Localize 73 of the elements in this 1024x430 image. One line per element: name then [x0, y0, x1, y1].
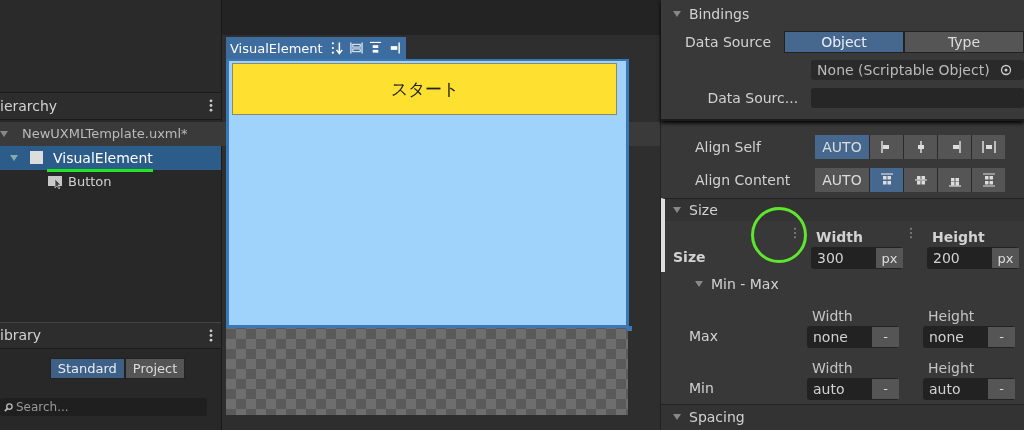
section-title[interactable]: Size — [689, 202, 718, 219]
input-field[interactable]: 200 px — [927, 247, 1019, 270]
panel-title: ierarchy — [0, 97, 58, 114]
field-label: Max — [688, 327, 719, 346]
field-label: Width — [812, 359, 853, 376]
unit-button[interactable]: - — [872, 378, 899, 399]
field-label: Height — [928, 359, 975, 376]
unit-button[interactable]: px — [992, 248, 1019, 269]
library-tab[interactable]: Standard — [49, 358, 125, 379]
element-tab-label: VisualElement — [230, 40, 323, 56]
input-field[interactable]: 300 px — [811, 247, 903, 270]
section-title[interactable]: Bindings — [689, 6, 750, 22]
field-label: Height — [928, 307, 975, 324]
align-option[interactable] — [904, 167, 937, 192]
caret-icon[interactable] — [673, 413, 681, 422]
align-option[interactable] — [870, 135, 903, 160]
align-option[interactable] — [904, 135, 937, 160]
field-label: Width — [812, 307, 853, 324]
align-option[interactable] — [972, 135, 1005, 160]
segment-button[interactable]: Type — [904, 31, 1024, 53]
align-option[interactable]: AUTO — [815, 135, 869, 160]
visual-element[interactable]: スタート — [226, 59, 629, 328]
section-title[interactable]: Spacing — [689, 409, 745, 426]
more-icon[interactable] — [209, 328, 213, 342]
start-button[interactable]: スタート — [232, 63, 617, 115]
button-cursor-icon — [48, 174, 64, 189]
align-icon — [981, 172, 996, 187]
align-option[interactable] — [972, 167, 1005, 192]
caret-icon[interactable] — [10, 153, 18, 162]
resize-handle[interactable] — [627, 326, 632, 331]
field-label: Height — [932, 229, 985, 246]
more-icon[interactable] — [209, 99, 213, 113]
field-label: Width — [816, 229, 863, 246]
library-tab[interactable]: Project — [124, 358, 186, 379]
unit-button[interactable]: px — [876, 248, 903, 269]
unit-button[interactable]: - — [872, 326, 899, 347]
caret-icon[interactable] — [695, 280, 703, 289]
caret-icon[interactable] — [673, 10, 681, 18]
target-icon[interactable] — [1000, 64, 1012, 76]
field-label: Align Content — [695, 171, 792, 188]
field-label: Min — [688, 379, 715, 398]
align-option[interactable] — [938, 135, 971, 160]
tree-item[interactable]: VisualElement — [0, 145, 221, 170]
align-icon — [879, 172, 894, 187]
align-option[interactable] — [938, 167, 971, 192]
input-field[interactable]: auto - — [923, 377, 1015, 400]
field-label: Align Self — [695, 139, 763, 156]
direction-icon[interactable] — [330, 41, 344, 55]
search-icon — [4, 403, 13, 412]
segment-button[interactable]: Object — [784, 31, 904, 53]
align-icon[interactable] — [368, 41, 382, 55]
field-label: Data Sourc... — [706, 90, 800, 106]
align-option[interactable]: AUTO — [815, 167, 869, 192]
justify-icon[interactable] — [349, 41, 363, 55]
element-tab[interactable]: VisualElement — [226, 37, 406, 59]
input-field[interactable]: none - — [807, 325, 899, 348]
input-field[interactable]: auto - — [807, 377, 899, 400]
align-icon — [981, 140, 996, 155]
panel-title: ibrary — [0, 327, 42, 344]
field-label: Data Source — [684, 34, 772, 50]
unit-button[interactable]: - — [988, 326, 1015, 347]
search-field[interactable]: Search... — [0, 398, 207, 416]
caret-icon[interactable] — [0, 129, 8, 138]
object-field[interactable]: None (Scriptable Object) — [811, 60, 1024, 80]
align-option[interactable] — [870, 167, 903, 192]
caret-icon[interactable] — [673, 206, 681, 215]
tree-item[interactable]: Button — [0, 169, 221, 194]
element-icon — [30, 151, 43, 165]
section-title[interactable]: Min - Max — [711, 276, 779, 293]
highlight-circle — [751, 207, 807, 264]
unit-button[interactable]: - — [988, 378, 1015, 399]
field-label: Size — [672, 249, 707, 268]
input-field[interactable]: none - — [923, 325, 1015, 348]
